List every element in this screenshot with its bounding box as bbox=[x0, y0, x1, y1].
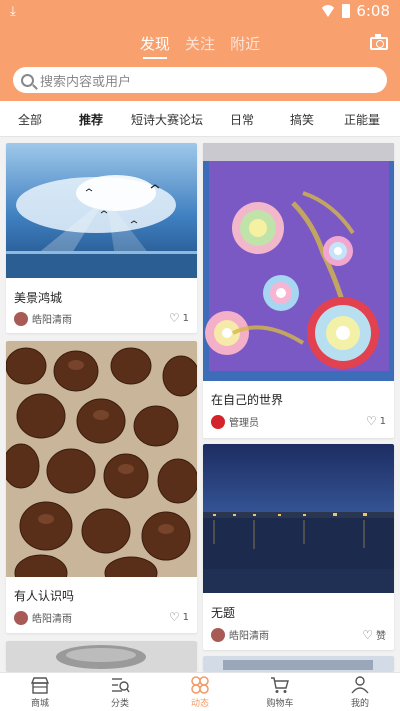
status-bar: ⤓ 6:08 bbox=[0, 0, 400, 24]
nav-cart[interactable]: 购物车 bbox=[250, 676, 310, 709]
post-author[interactable]: 皓阳清雨 bbox=[14, 311, 72, 326]
post-author[interactable]: 皓阳清雨 bbox=[211, 627, 269, 642]
cart-icon bbox=[270, 676, 290, 694]
heart-icon: ♡ bbox=[362, 627, 373, 642]
post-image bbox=[203, 444, 394, 593]
post-author[interactable]: 皓阳清雨 bbox=[14, 610, 72, 625]
like-count: 赞 bbox=[376, 631, 386, 642]
like-count: 1 bbox=[182, 312, 189, 324]
category-positive[interactable]: 正能量 bbox=[344, 111, 380, 128]
heart-icon: ♡ bbox=[168, 610, 180, 624]
like-count: 1 bbox=[379, 415, 386, 427]
avatar bbox=[211, 414, 225, 429]
search-icon bbox=[21, 73, 34, 87]
post-card[interactable]: 无题 皓阳清雨 ♡ 赞 bbox=[203, 444, 394, 650]
like-button[interactable]: ♡ 1 bbox=[169, 610, 189, 624]
nav-label: 购物车 bbox=[266, 699, 294, 709]
author-name: 皓阳清雨 bbox=[32, 315, 72, 326]
post-title: 无题 bbox=[211, 606, 236, 620]
author-name: 皓阳清雨 bbox=[229, 631, 269, 642]
tab-nearby[interactable]: 附近 bbox=[230, 33, 260, 54]
status-time: 6:08 bbox=[356, 2, 390, 20]
post-title: 在自己的世界 bbox=[211, 393, 284, 407]
bottom-nav: 商城 分类 动态 购物车 我的 bbox=[0, 672, 400, 711]
post-image bbox=[6, 143, 197, 278]
wifi-icon bbox=[320, 5, 337, 17]
heart-icon: ♡ bbox=[365, 414, 377, 428]
like-count: 1 bbox=[182, 611, 189, 623]
nav-profile[interactable]: 我的 bbox=[330, 676, 390, 709]
top-tabs: 发现 关注 附近 bbox=[0, 33, 400, 54]
search-input[interactable]: 搜索内容或用户 bbox=[13, 67, 387, 93]
post-image bbox=[203, 143, 394, 381]
nav-label: 分类 bbox=[110, 699, 129, 709]
post-title: 有人认识吗 bbox=[14, 589, 75, 603]
category-icon bbox=[110, 676, 130, 694]
post-author[interactable]: 管理员 bbox=[211, 414, 259, 429]
category-bar: 全部 推荐 短诗大赛论坛 日常 搞笑 正能量 bbox=[0, 101, 400, 137]
author-name: 管理员 bbox=[229, 418, 259, 429]
avatar bbox=[211, 627, 225, 642]
category-funny[interactable]: 搞笑 bbox=[290, 111, 314, 128]
heart-icon: ♡ bbox=[168, 311, 180, 325]
nav-label: 动态 bbox=[190, 699, 209, 709]
nav-category[interactable]: 分类 bbox=[90, 676, 150, 709]
post-image bbox=[6, 641, 197, 672]
post-card[interactable] bbox=[203, 656, 394, 672]
author-name: 皓阳清雨 bbox=[32, 614, 72, 625]
tab-follow[interactable]: 关注 bbox=[185, 33, 215, 54]
category-poetry-forum[interactable]: 短诗大赛论坛 bbox=[131, 111, 203, 128]
profile-icon bbox=[350, 676, 370, 694]
post-card[interactable]: 有人认识吗 皓阳清雨 ♡ 1 bbox=[6, 341, 197, 633]
tab-discover[interactable]: 发现 bbox=[140, 33, 170, 54]
category-all[interactable]: 全部 bbox=[18, 111, 42, 128]
header: ⤓ 6:08 发现 关注 附近 搜索内容或用户 bbox=[0, 0, 400, 101]
avatar bbox=[14, 610, 28, 625]
moments-icon bbox=[190, 676, 210, 694]
nav-label: 我的 bbox=[350, 699, 369, 709]
nav-store[interactable]: 商城 bbox=[10, 676, 70, 709]
category-recommend[interactable]: 推荐 bbox=[79, 111, 103, 128]
camera-icon[interactable] bbox=[370, 34, 388, 50]
nav-label: 商城 bbox=[30, 699, 49, 709]
search-placeholder: 搜索内容或用户 bbox=[40, 74, 132, 90]
like-button[interactable]: ♡ 赞 bbox=[362, 627, 386, 643]
nav-moments[interactable]: 动态 bbox=[170, 676, 230, 709]
post-card[interactable]: 美景鸿城 皓阳清雨 ♡ 1 bbox=[6, 143, 197, 333]
like-button[interactable]: ♡ 1 bbox=[169, 311, 189, 325]
store-icon bbox=[30, 676, 50, 694]
battery-icon bbox=[342, 4, 351, 18]
post-title: 美景鸿城 bbox=[14, 291, 63, 305]
post-card[interactable]: 在自己的世界 管理员 ♡ 1 bbox=[203, 143, 394, 438]
like-button[interactable]: ♡ 1 bbox=[366, 414, 386, 428]
post-image bbox=[203, 656, 394, 672]
avatar bbox=[14, 311, 28, 326]
post-card[interactable] bbox=[6, 641, 197, 672]
download-icon: ⤓ bbox=[10, 4, 16, 19]
post-image bbox=[6, 341, 197, 577]
category-daily[interactable]: 日常 bbox=[230, 111, 254, 128]
